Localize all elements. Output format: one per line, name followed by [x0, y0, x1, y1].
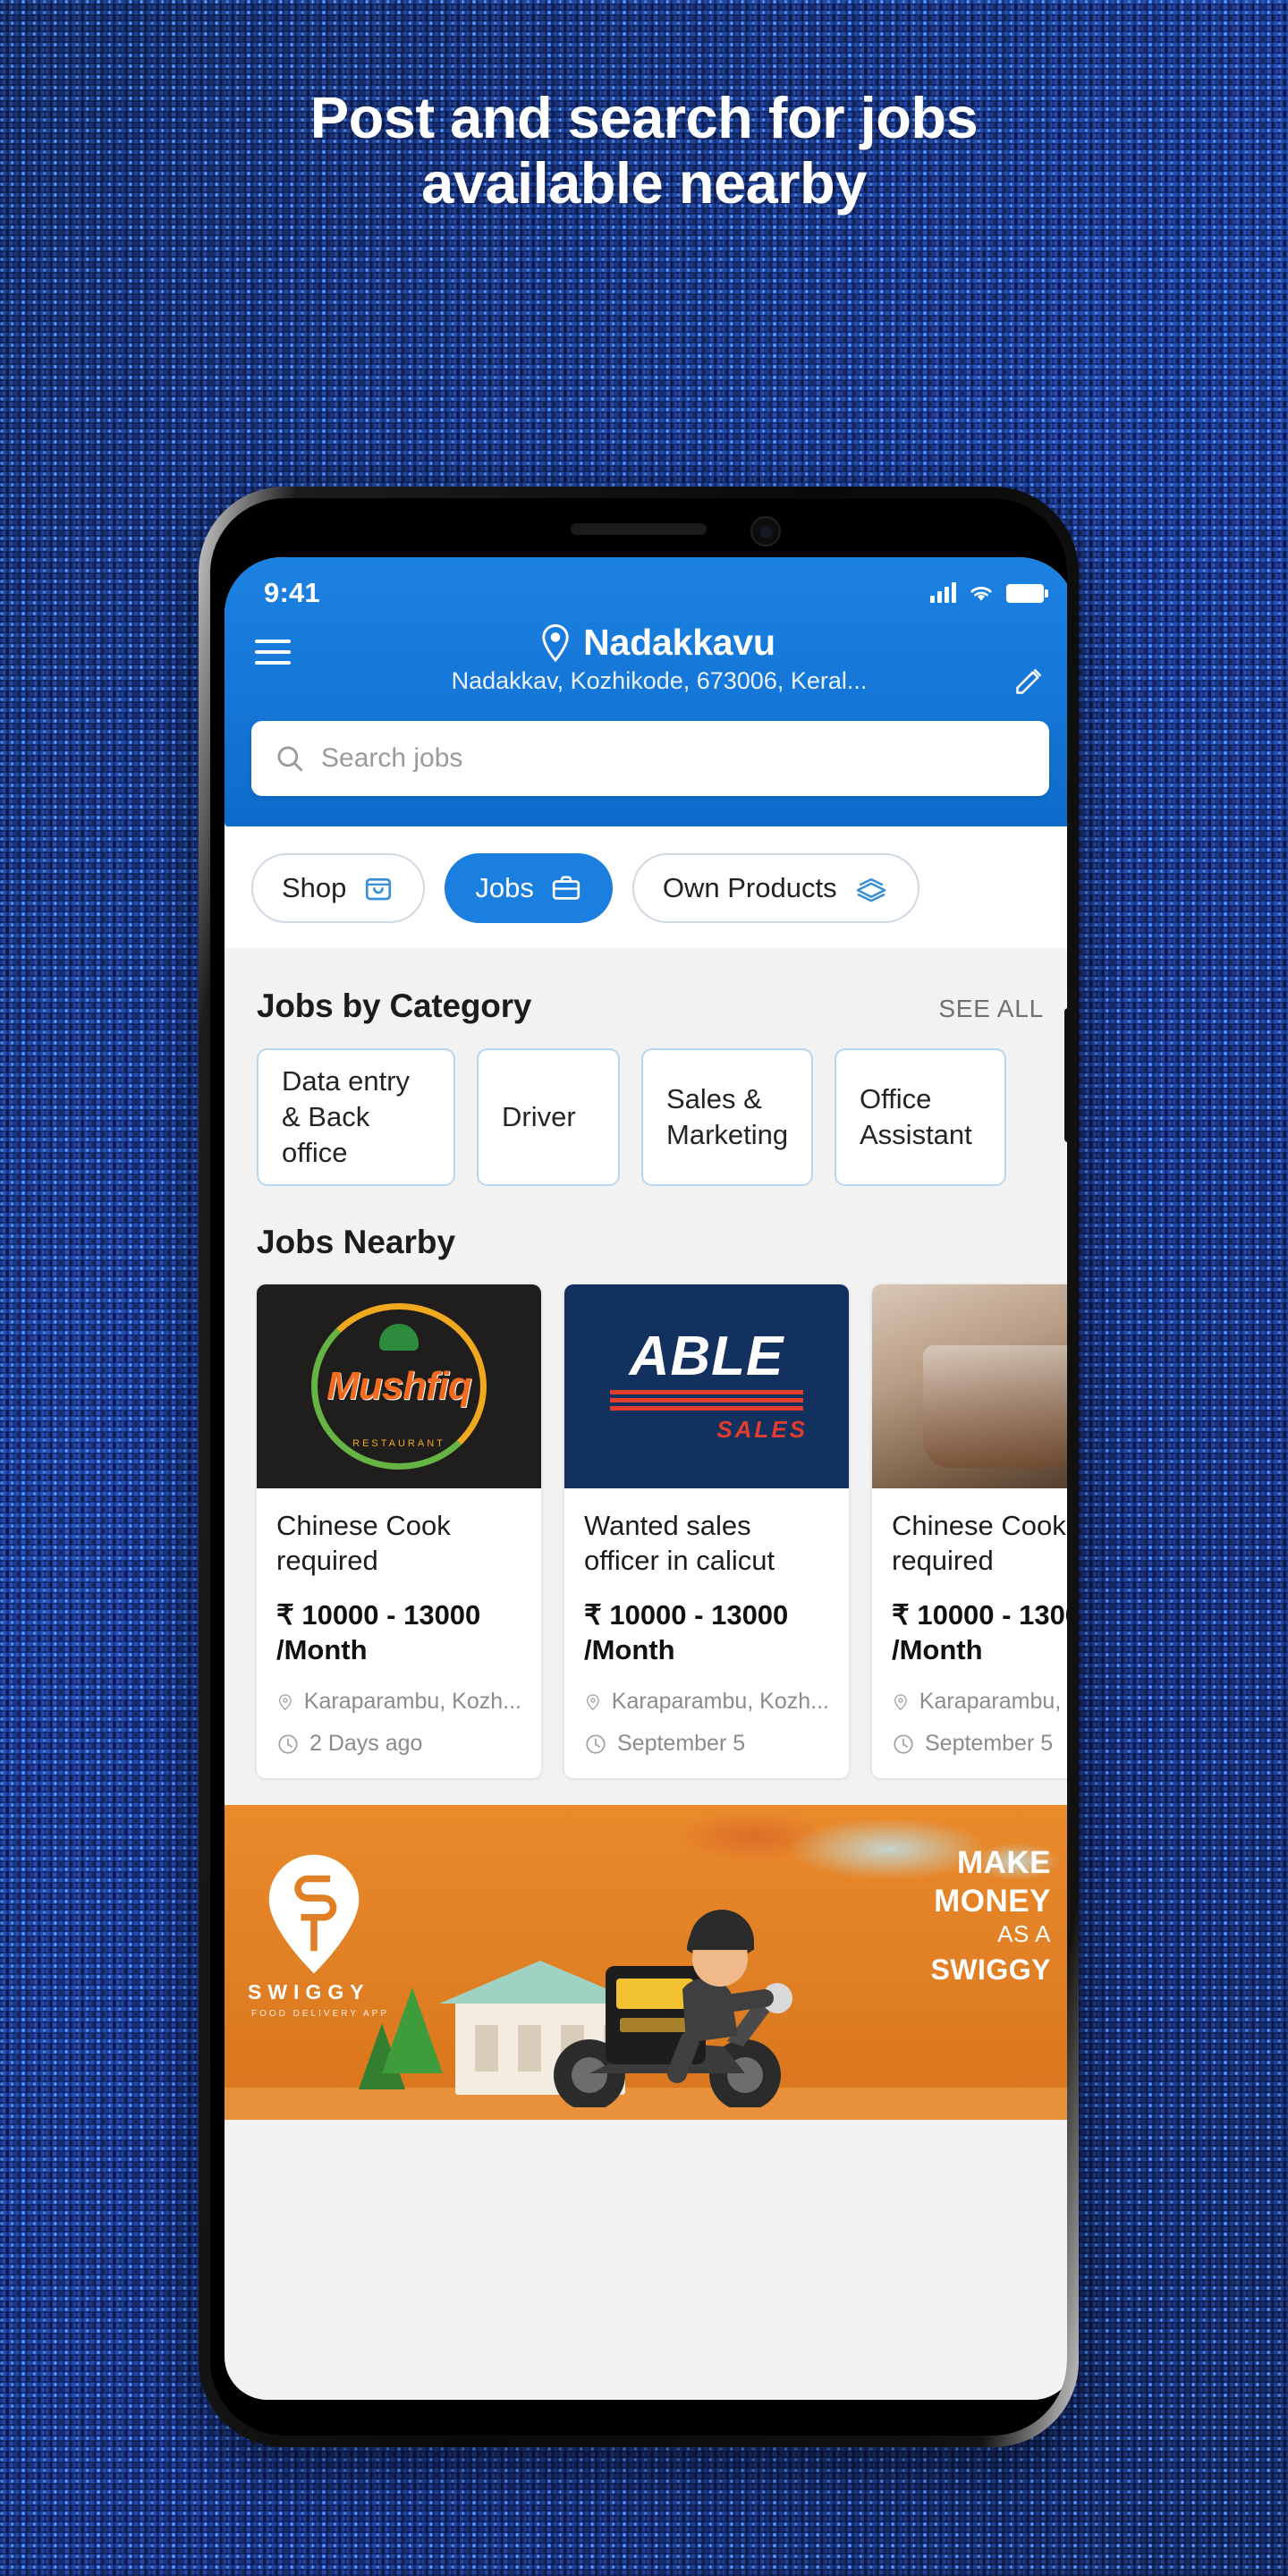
banner-line-4: SWIGGY: [930, 1953, 1051, 1987]
clock-icon: [894, 1733, 913, 1754]
swiggy-brand-text: SWIGGY: [248, 1980, 370, 2004]
job-salary: ₹ 10000 - 13000 /Month: [584, 1599, 789, 1666]
app-screen: 9:41 Nadakkavu Nadakkav, Kozhikode, 6730…: [225, 557, 1067, 2400]
location-pin-icon: [894, 1693, 907, 1710]
banner-line-1: MAKE: [956, 1845, 1051, 1881]
cellular-signal-icon: [930, 582, 956, 603]
status-icons: [930, 582, 1048, 604]
location-texts[interactable]: Nadakkavu Nadakkav, Kozhikode, 673006, K…: [303, 622, 1006, 695]
location-title-line: Nadakkavu: [309, 622, 1006, 664]
earpiece-speaker: [571, 523, 707, 535]
job-time-text: September 5: [925, 1731, 1054, 1757]
delivery-rider-illustration: [554, 1910, 792, 2108]
pill-jobs-label: Jobs: [475, 872, 534, 903]
pencil-edit-icon[interactable]: [1013, 622, 1049, 701]
category-chip[interactable]: Sales & Marketing: [641, 1048, 813, 1186]
job-card-body: Chinese Cook required ₹ 10000 - 13000 /M…: [872, 1488, 1067, 1778]
job-image-text: ABLE: [629, 1326, 784, 1387]
job-location: Karaparambu, Kozh...: [276, 1689, 521, 1715]
search-placeholder: Search jobs: [321, 743, 463, 773]
job-card[interactable]: ABLE SALES Wanted sales officer in calic…: [564, 1284, 849, 1779]
kitchen-photo: [872, 1284, 1067, 1488]
see-all-link[interactable]: SEE ALL: [938, 995, 1044, 1023]
shopping-bag-icon: [366, 877, 392, 901]
search-icon: [277, 746, 303, 772]
able-sales-logo: ABLE SALES: [564, 1284, 849, 1488]
swiggy-pin-logo: [268, 1854, 360, 1974]
job-image-subtext: RESTAURANT: [352, 1438, 445, 1449]
swiggy-promo-banner[interactable]: SWIGGY FOOD DELIVERY APP MAKE MONEY AS A…: [225, 1805, 1067, 2121]
app-body: Jobs by Category SEE ALL Data entry & Ba…: [225, 948, 1067, 2121]
phone-frame: 9:41 Nadakkavu Nadakkav, Kozhikode, 6730…: [199, 487, 1079, 2447]
job-image-text: Mushfiq: [326, 1364, 472, 1408]
briefcase-icon: [552, 876, 580, 900]
front-camera-icon: [750, 516, 781, 547]
pill-jobs[interactable]: Jobs: [445, 853, 613, 923]
category-chip-row[interactable]: Data entry & Back office Driver Sales & …: [225, 1025, 1067, 1191]
headline-line-1: Post and search for jobs: [309, 85, 979, 150]
job-time: September 5: [584, 1731, 829, 1757]
search-input[interactable]: Search jobs: [251, 721, 1049, 796]
pill-shop-label: Shop: [282, 872, 347, 903]
job-time-text: 2 Days ago: [309, 1731, 423, 1757]
location-pin-icon: [542, 623, 569, 662]
job-time-text: September 5: [617, 1731, 746, 1757]
clock-icon: [278, 1733, 298, 1754]
banner-line-2: MONEY: [934, 1883, 1051, 1919]
banner-text-block: MAKE MONEY AS A SWIGGY: [930, 1844, 1051, 1987]
jobs-by-category-header: Jobs by Category SEE ALL: [225, 957, 1067, 1025]
job-location-text: Karaparambu, Kozh...: [919, 1689, 1067, 1715]
status-time: 9:41: [264, 577, 320, 608]
job-card[interactable]: Mushfiq RESTAURANT Chinese Cook required…: [257, 1284, 541, 1779]
box-stack-icon: [856, 877, 886, 902]
job-title: Wanted sales officer in calicut: [584, 1510, 775, 1577]
pill-shop[interactable]: Shop: [251, 853, 426, 923]
banner-line-3: AS A: [997, 1920, 1051, 1948]
pill-own-products-label: Own Products: [662, 872, 837, 903]
hamburger-menu-icon[interactable]: [255, 622, 296, 665]
location-pin-icon: [278, 1693, 292, 1710]
category-chip[interactable]: Office Assistant: [835, 1048, 1006, 1186]
job-card[interactable]: Chinese Cook required ₹ 10000 - 13000 /M…: [872, 1284, 1067, 1779]
phone-side-button[interactable]: [1064, 1008, 1067, 1142]
job-salary: ₹ 10000 - 13000 /Month: [276, 1599, 481, 1666]
section-title-categories: Jobs by Category: [257, 987, 532, 1024]
tree-icon: [382, 1987, 443, 2074]
section-title-jobs-nearby: Jobs Nearby: [257, 1224, 456, 1260]
job-title: Chinese Cook required: [892, 1510, 1066, 1577]
promo-headline: Post and search for jobs available nearb…: [0, 85, 1288, 216]
job-image-subtext: SALES: [716, 1416, 808, 1443]
headline-line-2: available nearby: [421, 149, 867, 216]
battery-full-icon: [1006, 583, 1048, 603]
location-row: Nadakkavu Nadakkav, Kozhikode, 673006, K…: [225, 611, 1067, 701]
phone-bezel: 9:41 Nadakkavu Nadakkav, Kozhikode, 6730…: [210, 498, 1067, 2436]
swiggy-brand-subtext: FOOD DELIVERY APP: [251, 2009, 390, 2020]
location-pin-icon: [586, 1693, 599, 1710]
jobs-nearby-row[interactable]: Mushfiq RESTAURANT Chinese Cook required…: [225, 1261, 1067, 1805]
category-chip[interactable]: Driver: [477, 1048, 620, 1186]
pill-own-products[interactable]: Own Products: [631, 853, 919, 923]
job-card-body: Chinese Cook required ₹ 10000 - 13000 /M…: [257, 1488, 541, 1778]
location-name: Nadakkavu: [583, 622, 775, 663]
job-time: 2 Days ago: [276, 1731, 521, 1757]
status-bar: 9:41: [225, 557, 1067, 611]
job-location: Karaparambu, Kozh...: [584, 1689, 829, 1715]
job-location-text: Karaparambu, Kozh...: [611, 1689, 829, 1715]
job-salary: ₹ 10000 - 13000 /Month: [892, 1599, 1067, 1666]
category-pill-row: Shop Jobs Own Products: [225, 826, 1067, 948]
phone-mockup: 9:41 Nadakkavu Nadakkav, Kozhikode, 6730…: [199, 487, 1093, 2454]
clock-icon: [586, 1733, 606, 1754]
screen-scroll-area[interactable]: 9:41 Nadakkavu Nadakkav, Kozhikode, 6730…: [225, 557, 1067, 2121]
job-location-text: Karaparambu, Kozh...: [303, 1689, 521, 1715]
job-title: Chinese Cook required: [276, 1510, 451, 1577]
app-header: 9:41 Nadakkavu Nadakkav, Kozhikode, 6730…: [225, 557, 1067, 826]
mushfiq-restaurant-logo: Mushfiq RESTAURANT: [257, 1284, 541, 1488]
wifi-icon: [970, 587, 992, 601]
job-card-body: Wanted sales officer in calicut ₹ 10000 …: [564, 1488, 849, 1778]
search-wrapper: Search jobs: [225, 701, 1067, 796]
category-chip[interactable]: Data entry & Back office: [257, 1048, 455, 1186]
location-address: Nadakkav, Kozhikode, 673006, Keral...: [451, 667, 868, 694]
job-time: September 5: [892, 1731, 1067, 1757]
job-location: Karaparambu, Kozh...: [892, 1689, 1067, 1715]
